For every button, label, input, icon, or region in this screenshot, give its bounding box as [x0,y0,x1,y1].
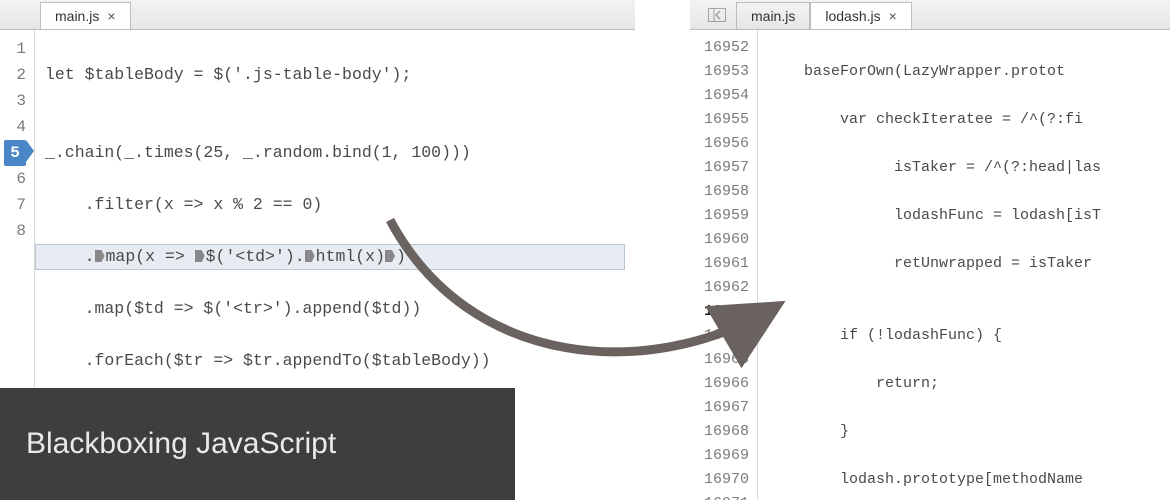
overlay-title: Blackboxing JavaScript [0,388,515,500]
tab-label: main.js [751,8,795,24]
line-number: 16964 [694,324,749,348]
line-number: 16958 [694,180,749,204]
line-number-current: 16963 [694,300,749,324]
line-number: 16960 [694,228,749,252]
code-line: isTaker = /^(?:head|las [768,156,1160,180]
step-marker-icon [305,250,315,262]
code-line: lodash.prototype[methodName [768,468,1160,492]
line-number: 6 [4,166,26,192]
line-number: 16959 [694,204,749,228]
tab-label: main.js [55,8,99,24]
line-number: 16970 [694,468,749,492]
code-line: var checkIteratee = /^(?:fi [768,108,1160,132]
close-icon[interactable]: × [889,8,897,24]
line-number: 3 [4,88,26,114]
line-number: 16969 [694,444,749,468]
code-line: let $tableBody = $('.js-table-body'); [45,62,625,88]
step-marker-icon [385,250,395,262]
line-number: 16962 [694,276,749,300]
breakpoint-icon[interactable]: 5 [4,140,26,166]
line-number: 16961 [694,252,749,276]
code-line: baseForOwn(LazyWrapper.protot [768,60,1160,84]
gutter-right: 16952 16953 16954 16955 16956 16957 1695… [690,30,758,500]
line-number: 16966 [694,372,749,396]
line-number: 4 [4,114,26,140]
line-number: 16968 [694,420,749,444]
code-line: .filter(x => x % 2 == 0) [45,192,625,218]
tab-main-js-right[interactable]: main.js [736,2,810,29]
code-line-highlighted: .map(x => $('<td>').html(x)) [35,244,625,270]
tab-label: lodash.js [825,8,880,24]
line-number-current: 5 [4,140,26,166]
line-number: 16965 [694,348,749,372]
line-number: 16952 [694,36,749,60]
tabbar-right: main.js lodash.js × [690,0,1170,30]
code-line: retUnwrapped = isTaker [768,252,1160,276]
line-number: 1 [4,36,26,62]
line-number: 7 [4,192,26,218]
code-right[interactable]: baseForOwn(LazyWrapper.protot var checkI… [758,30,1170,500]
panel-toggle[interactable] [698,0,736,29]
line-number: 16971 [694,492,749,500]
code-line: lodashFunc = lodash[isT [768,204,1160,228]
code-line: .map($td => $('<tr>').append($td)) [45,296,625,322]
code-line: return; [768,372,1160,396]
line-number: 8 [4,218,26,244]
close-icon[interactable]: × [107,8,115,24]
line-number: 16957 [694,156,749,180]
code-line: } [768,420,1160,444]
code-line: if (!lodashFunc) { [768,324,1160,348]
line-number: 16953 [694,60,749,84]
step-marker-icon [95,250,105,262]
editor-right: 16952 16953 16954 16955 16956 16957 1695… [690,30,1170,500]
line-number: 16955 [694,108,749,132]
panel-collapse-icon [708,8,726,22]
tab-lodash-js[interactable]: lodash.js × [810,2,911,29]
overlay-title-text: Blackboxing JavaScript [26,427,336,461]
line-number: 16967 [694,396,749,420]
editor-pane-right: main.js lodash.js × 16952 16953 16954 16… [690,0,1170,500]
step-marker-icon [195,250,205,262]
tabbar-left: main.js × [0,0,635,30]
code-line: .forEach($tr => $tr.appendTo($tableBody)… [45,348,625,374]
line-number: 16954 [694,84,749,108]
tab-main-js[interactable]: main.js × [40,2,131,29]
line-number: 16956 [694,132,749,156]
code-line: _.chain(_.times(25, _.random.bind(1, 100… [45,140,625,166]
line-number: 2 [4,62,26,88]
